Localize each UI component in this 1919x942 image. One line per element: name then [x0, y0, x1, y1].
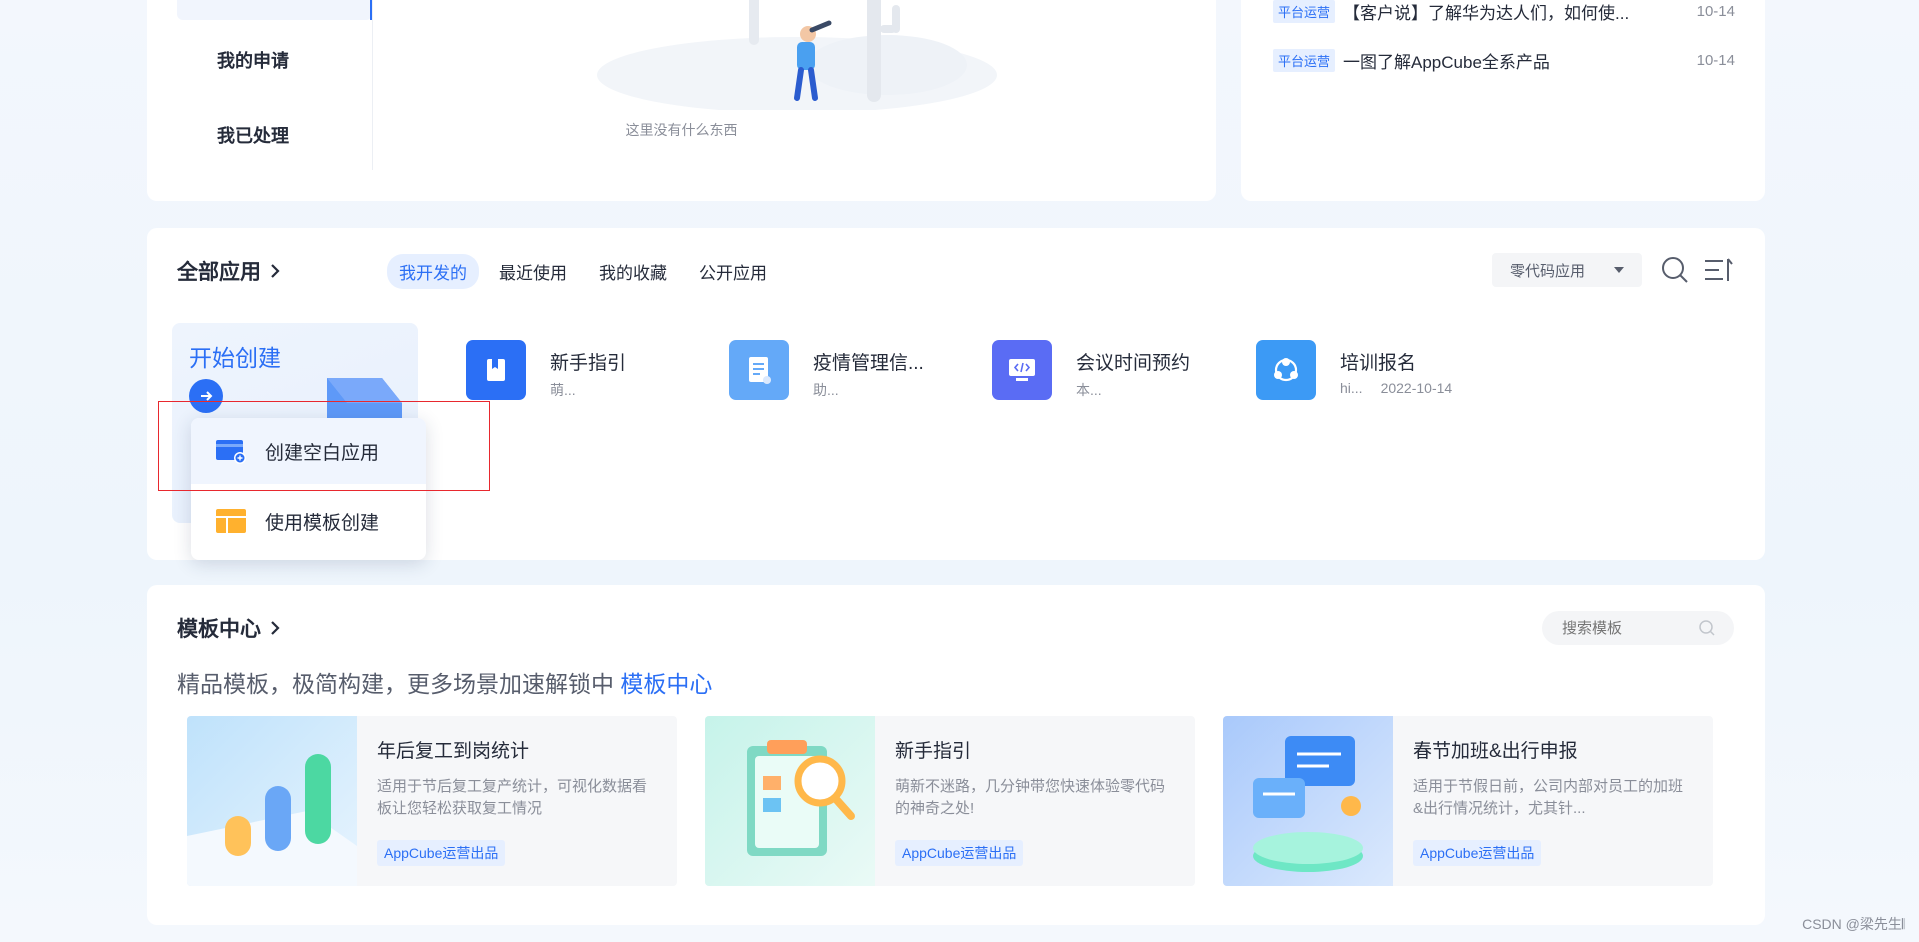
template-center-title: 模板中心: [177, 618, 261, 641]
news-date: 10-14: [1696, 2, 1735, 20]
template-icon: [215, 507, 247, 535]
app-date: 2022-10-14: [1380, 380, 1453, 396]
all-apps-title: 全部应用: [177, 261, 261, 284]
app-type-select[interactable]: 零代码应用: [1492, 253, 1642, 287]
template-desc: 适用于节假日前，公司内部对员工的加班&出行情况统计，尤其针...: [1413, 778, 1684, 817]
template-card[interactable]: 年后复工到岗统计 适用于节后复工复产统计，可视化数据看板让您轻松获取复工情况 A…: [187, 716, 677, 886]
news-panel: 平台运营 【客户说】了解华为达人们，如何使... 10-14 平台运营 一图了解…: [1241, 0, 1765, 201]
template-name: 新手指引: [895, 741, 972, 762]
template-name: 年后复工到岗统计: [377, 741, 530, 762]
tab-my-developed[interactable]: 我开发的: [387, 254, 479, 289]
chevron-right-icon: [271, 264, 280, 278]
document-app-icon: [729, 340, 789, 400]
tab-public[interactable]: 公开应用: [687, 254, 779, 289]
template-card[interactable]: 新手指引 萌新不迷路，几分钟带您快速体验零代码的神奇之处! AppCube运营出…: [705, 716, 1195, 886]
bookmark-app-icon: [466, 340, 526, 400]
app-desc: 助...: [813, 382, 839, 398]
search-icon[interactable]: [1698, 619, 1716, 637]
news-tag: 平台运营: [1273, 0, 1336, 23]
template-search-box[interactable]: [1542, 611, 1734, 645]
template-center-link[interactable]: 模板中心: [620, 671, 712, 697]
template-card[interactable]: 春节加班&出行申报 适用于节假日前，公司内部对员工的加班&出行情况统计，尤其针.…: [1223, 716, 1713, 886]
sidebar-active-item[interactable]: [177, 0, 372, 20]
approval-panel: 我的申请 我已处理 这里没有什么东西: [147, 0, 1216, 201]
template-desc: 萌新不迷路，几分钟带您快速体验零代码的神奇之处!: [895, 778, 1166, 817]
app-type-selected: 零代码应用: [1510, 262, 1586, 280]
app-name: 培训报名: [1340, 353, 1417, 374]
app-desc: hi... 2022-10-14: [1340, 380, 1453, 396]
menu-label: 使用模板创建: [265, 512, 380, 534]
template-search-input[interactable]: [1560, 618, 1694, 638]
template-desc: 适用于节后复工复产统计，可视化数据看板让您轻松获取复工情况: [377, 778, 648, 817]
template-center-panel: 模板中心 精品模板，极简构建，更多场景加速解锁中 模板中心 年后复工到岗统计 适…: [147, 585, 1765, 925]
watermark: CSDN @梁先生𝄃: [1802, 916, 1905, 932]
sidebar-divider: [372, 0, 373, 170]
annotation-highlight-box: [158, 401, 490, 491]
app-name: 疫情管理信...: [813, 353, 924, 374]
team-app-icon: [1256, 340, 1316, 400]
chat-bubble-illustration-icon: [1223, 716, 1393, 886]
app-name: 会议时间预约: [1076, 353, 1191, 374]
apps-tabs: 我开发的 最近使用 我的收藏 公开应用: [387, 254, 779, 289]
empty-state-illustration: [597, 0, 997, 110]
menu-use-template[interactable]: 使用模板创建: [191, 488, 426, 554]
start-create-label: 开始创建: [189, 345, 281, 371]
sidebar-item-my-applications[interactable]: 我的申请: [217, 47, 289, 73]
clipboard-search-illustration-icon: [705, 716, 875, 886]
template-badge: AppCube运营出品: [895, 840, 1024, 866]
news-tag: 平台运营: [1273, 48, 1336, 72]
template-badge: AppCube运营出品: [377, 840, 506, 866]
code-monitor-app-icon: [992, 340, 1052, 400]
empty-state-text: 这里没有什么东西: [625, 122, 738, 138]
news-title[interactable]: 【客户说】了解华为达人们，如何使...: [1343, 0, 1687, 24]
app-desc: 萌...: [550, 382, 576, 398]
template-center-desc: 精品模板，极简构建，更多场景加速解锁中 模板中心: [177, 671, 713, 697]
bar-chart-illustration-icon: [187, 716, 357, 886]
app-name: 新手指引: [550, 353, 627, 374]
template-center-title-link[interactable]: 模板中心: [177, 613, 281, 643]
tab-recent[interactable]: 最近使用: [487, 254, 579, 289]
news-item[interactable]: 平台运营 一图了解AppCube全系产品 10-14: [1273, 48, 1735, 72]
search-icon[interactable]: [1657, 252, 1693, 288]
news-title[interactable]: 一图了解AppCube全系产品: [1343, 48, 1687, 73]
template-name: 春节加班&出行申报: [1413, 741, 1578, 762]
news-item[interactable]: 平台运营 【客户说】了解华为达人们，如何使... 10-14: [1273, 0, 1735, 23]
all-apps-title-link[interactable]: 全部应用: [177, 256, 281, 286]
caret-down-icon: [1614, 267, 1624, 273]
tab-favorites[interactable]: 我的收藏: [587, 254, 679, 289]
news-date: 10-14: [1696, 51, 1735, 69]
sort-icon[interactable]: [1699, 252, 1735, 288]
template-badge: AppCube运营出品: [1413, 840, 1542, 866]
chevron-right-icon: [271, 621, 280, 635]
app-desc: 本...: [1076, 382, 1102, 398]
